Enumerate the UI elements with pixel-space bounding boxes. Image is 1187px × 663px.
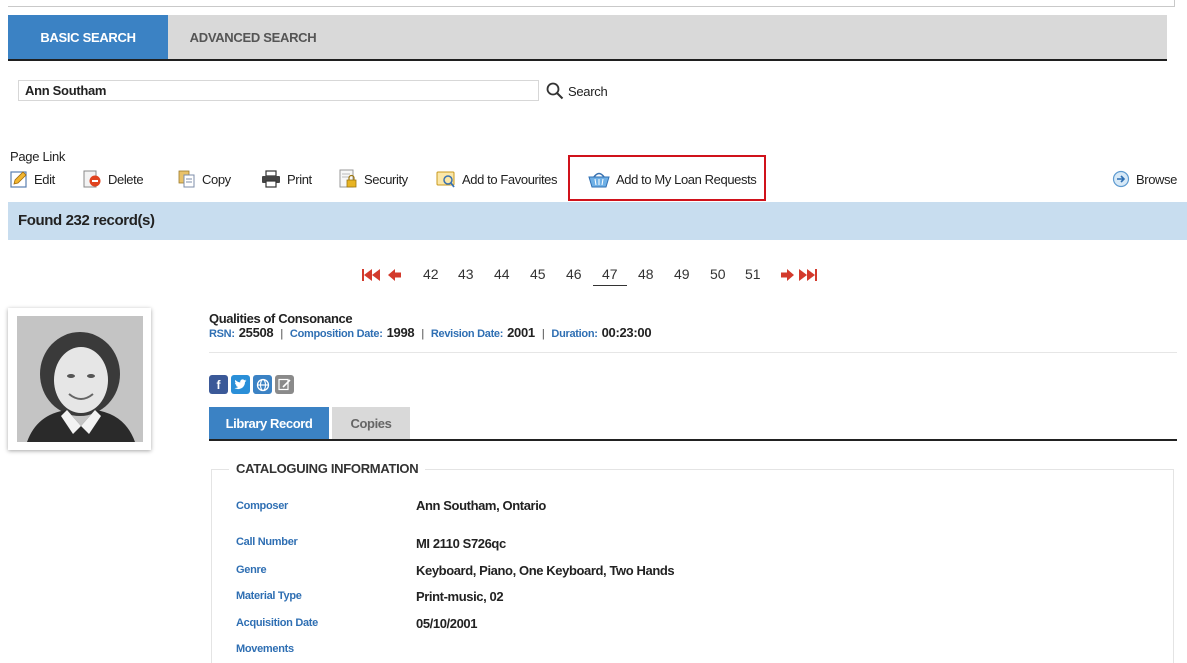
browse-label: Browse: [1136, 171, 1177, 187]
field-value-composer[interactable]: Ann Southam, Ontario: [416, 498, 546, 513]
copy-label: Copy: [202, 171, 231, 187]
first-page-button[interactable]: [362, 268, 384, 286]
field-value-genre: Keyboard, Piano, One Keyboard, Two Hands: [416, 563, 675, 578]
rsn-value: 25508: [238, 325, 274, 340]
edit-label: Edit: [34, 171, 55, 187]
note-button[interactable]: [275, 375, 294, 394]
record-title[interactable]: Qualities of Consonance: [209, 311, 353, 326]
tab-copies[interactable]: Copies: [332, 407, 410, 439]
cataloguing-heading: CATALOGUING INFORMATION: [229, 461, 426, 476]
composition-date-label: Composition Date:: [289, 328, 383, 340]
meta-separator: |: [421, 328, 424, 340]
page-link-49[interactable]: 49: [674, 266, 690, 282]
facebook-icon: f: [216, 377, 221, 392]
record-divider: [209, 352, 1177, 353]
search-input[interactable]: [19, 81, 538, 100]
record-tab-underline: [209, 439, 1177, 441]
duration-label: Duration:: [551, 328, 598, 340]
field-label-call-number: Call Number: [236, 536, 298, 548]
field-label-genre: Genre: [236, 564, 267, 576]
twitter-share-button[interactable]: [231, 375, 250, 394]
security-label: Security: [364, 171, 408, 187]
print-icon: [262, 170, 280, 188]
search-button[interactable]: Search: [546, 80, 608, 102]
edit-button[interactable]: Edit: [10, 168, 55, 190]
favourites-icon: [436, 171, 455, 188]
rsn-label: RSN:: [209, 328, 235, 340]
field-value-acquisition-date: 05/10/2001: [416, 616, 478, 631]
results-bar: [8, 202, 1187, 240]
field-label-movements: Movements: [236, 643, 294, 655]
security-icon: [339, 169, 357, 188]
tab-basic-search[interactable]: BASIC SEARCH: [8, 15, 168, 60]
record-metadata: RSN: 25508 | Composition Date: 1998 | Re…: [209, 325, 652, 340]
top-border-tick: [1174, 0, 1175, 7]
page-link[interactable]: Page Link: [10, 149, 65, 164]
prev-page-button[interactable]: [388, 268, 402, 286]
print-label: Print: [287, 171, 312, 187]
note-icon: [278, 378, 291, 391]
field-value-material-type: Print-music, 02: [416, 589, 504, 604]
last-page-icon: [799, 269, 817, 281]
delete-icon: [83, 170, 101, 188]
delete-label: Delete: [108, 171, 144, 187]
composition-date-value: 1998: [386, 325, 415, 340]
search-icon: [546, 82, 564, 100]
browse-icon: [1112, 170, 1130, 188]
field-label-acquisition-date: Acquisition Date: [236, 617, 318, 629]
add-to-favourites-button[interactable]: Add to Favourites: [436, 168, 557, 190]
next-page-icon: [781, 269, 794, 281]
meta-separator: |: [280, 328, 283, 340]
last-page-button[interactable]: [799, 268, 821, 286]
field-label-material-type: Material Type: [236, 590, 302, 602]
edit-icon: [10, 171, 27, 188]
composer-photo: [17, 316, 143, 442]
web-icon: [256, 378, 269, 391]
security-button[interactable]: Security: [338, 168, 408, 190]
field-value-call-number: MI 2110 S726qc: [416, 536, 506, 551]
page-link-42[interactable]: 42: [423, 266, 439, 282]
page-link-43[interactable]: 43: [458, 266, 474, 282]
page-link-48[interactable]: 48: [638, 266, 654, 282]
page-link-51[interactable]: 51: [745, 266, 761, 282]
first-page-icon: [362, 269, 380, 281]
twitter-icon: [234, 379, 247, 390]
browse-button[interactable]: Browse: [1112, 168, 1177, 190]
copy-button[interactable]: Copy: [178, 168, 231, 190]
page-link-44[interactable]: 44: [494, 266, 510, 282]
meta-separator: |: [541, 328, 545, 340]
search-button-label: Search: [568, 83, 608, 99]
prev-page-icon: [388, 269, 401, 281]
delete-button[interactable]: Delete: [82, 168, 144, 190]
page-link-50[interactable]: 50: [710, 266, 726, 282]
revision-date-label: Revision Date:: [430, 328, 504, 340]
revision-date-value: 2001: [507, 325, 535, 340]
page-link-45[interactable]: 45: [530, 266, 546, 282]
page-link-46[interactable]: 46: [566, 266, 582, 282]
next-page-button[interactable]: [781, 268, 795, 286]
current-page-underline: [593, 285, 627, 286]
cataloguing-panel: [211, 469, 1174, 663]
add-to-favourites-label: Add to Favourites: [462, 171, 558, 187]
facebook-share-button[interactable]: f: [209, 375, 228, 394]
tab-library-record[interactable]: Library Record: [209, 407, 329, 439]
print-button[interactable]: Print: [261, 168, 312, 190]
top-border: [8, 6, 1175, 7]
copy-icon: [178, 170, 195, 188]
duration-value: 00:23:00: [601, 325, 652, 340]
results-count: Found 232 record(s): [18, 212, 155, 229]
tab-advanced-search[interactable]: ADVANCED SEARCH: [168, 15, 338, 60]
web-share-button[interactable]: [253, 375, 272, 394]
field-label-composer: Composer: [236, 500, 288, 512]
page-link-47-current[interactable]: 47: [602, 266, 618, 282]
tab-bar-underline: [8, 59, 1167, 61]
highlight-box: [568, 155, 766, 201]
